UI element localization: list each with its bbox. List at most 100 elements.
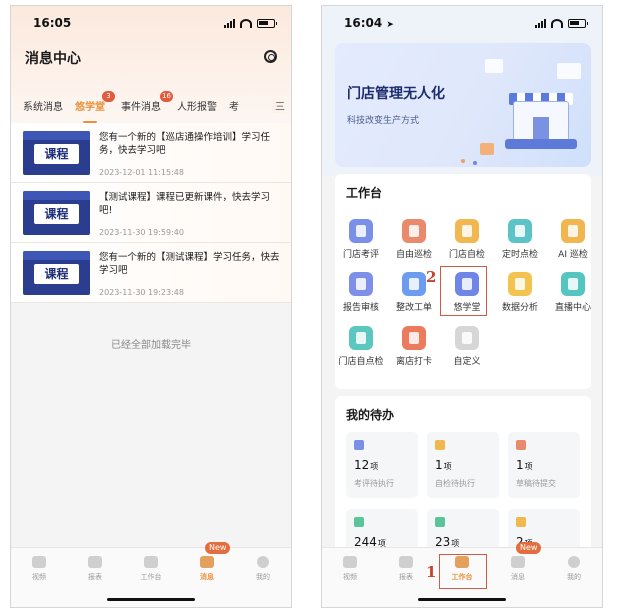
battery-icon <box>257 18 277 28</box>
tab-human-alarm[interactable]: 人形报警 <box>177 98 217 118</box>
annotation-1: 1 <box>426 563 437 581</box>
workbench-item-icon <box>349 219 373 243</box>
more-tabs-icon[interactable]: 三 <box>272 98 285 113</box>
workbench-item-label: 整改工单 <box>395 303 432 313</box>
workbench-item-icon <box>561 219 585 243</box>
highlight-youxuetang <box>440 266 487 316</box>
todo-icon <box>435 440 445 450</box>
decor-box-icon <box>480 143 494 155</box>
workbench-item[interactable]: 直播中心 <box>549 272 597 318</box>
todo-title: 我的待办 <box>346 408 395 422</box>
battery-icon <box>568 18 588 28</box>
message-item[interactable]: 课程 【测试课程】课程已更新课件，快去学习吧! 2023-11-30 19:59… <box>11 183 291 243</box>
message-tabs: 系统消息 悠学堂 3 事件消息 16 人形报警 考 <box>11 91 291 123</box>
message-time: 2023-11-30 19:59:40 <box>99 228 184 237</box>
tabbar-item-mine[interactable]: 我的 <box>235 548 291 607</box>
workbench-item-label: AI 巡检 <box>558 250 588 260</box>
wifi-icon <box>551 18 563 28</box>
home-indicator <box>418 598 506 601</box>
message-item[interactable]: 课程 您有一个新的【巡店通操作培训】学习任务，快去学习吧 2023-12-01 … <box>11 123 291 183</box>
workbench-item-label: 自定义 <box>453 357 481 367</box>
tabbar-item-mine[interactable]: 我的 <box>546 548 602 607</box>
highlight-workbench-tab <box>439 554 487 589</box>
message-time: 2023-11-30 19:23:48 <box>99 288 184 297</box>
new-badge: New <box>205 542 231 554</box>
message-time: 2023-12-01 11:15:48 <box>99 168 184 177</box>
system-icons <box>224 18 277 28</box>
todo-label: 自检待执行 <box>435 479 475 488</box>
todo-count: 1项 <box>516 458 533 472</box>
todo-icon <box>516 440 526 450</box>
workbench-item[interactable]: 自由巡检 <box>390 219 438 265</box>
wifi-icon <box>240 18 252 28</box>
workbench-item-icon <box>561 272 585 296</box>
todo-tile[interactable]: 1项草稿待提交 <box>508 432 580 498</box>
todo-count: 1项 <box>435 458 452 472</box>
workbench-item-icon <box>508 272 532 296</box>
message-text: 【测试课程】课程已更新课件，快去学习吧! <box>99 192 271 216</box>
tab-youxuetang[interactable]: 悠学堂 3 <box>75 91 115 123</box>
unread-badge: 3 <box>102 91 115 102</box>
workbench-item[interactable]: AI 巡检 <box>549 219 597 265</box>
promo-banner[interactable]: 门店管理无人化 科技改变生产方式 <box>335 43 591 167</box>
tabbar-item-video[interactable]: 视频 <box>11 548 67 607</box>
annotation-2: 2 <box>426 268 437 286</box>
workbench-item[interactable]: 离店打卡 <box>390 326 438 372</box>
workbench-item[interactable]: 门店自点检 <box>337 326 385 372</box>
workbench-item[interactable]: 门店考评 <box>337 219 385 265</box>
workbench-item-label: 门店自点检 <box>338 357 384 367</box>
tab-exam[interactable]: 考 <box>229 98 239 118</box>
tab-system-messages[interactable]: 系统消息 <box>23 98 63 118</box>
message-item[interactable]: 课程 您有一个新的【测试课程】学习任务，快去学习吧 2023-11-30 19:… <box>11 243 291 303</box>
decor-dot <box>473 161 477 165</box>
todo-icon <box>354 440 364 450</box>
workbench-item-icon <box>402 326 426 350</box>
banner-title: 门店管理无人化 <box>347 86 445 102</box>
workbench-item-icon <box>349 272 373 296</box>
message-text: 您有一个新的【测试课程】学习任务，快去学习吧 <box>99 252 280 276</box>
workbench-item[interactable]: 自定义 <box>443 326 491 372</box>
workbench-title: 工作台 <box>346 186 383 200</box>
workbench-item-label: 自由巡检 <box>395 250 432 260</box>
message-list: 课程 您有一个新的【巡店通操作培训】学习任务，快去学习吧 2023-12-01 … <box>11 123 291 303</box>
todo-tile[interactable]: 1项自检待执行 <box>427 432 499 498</box>
workbench-item-icon <box>455 326 479 350</box>
workbench-icon <box>144 556 158 568</box>
workbench-item-label: 门店考评 <box>342 250 379 260</box>
workbench-item[interactable]: 数据分析 <box>496 272 544 318</box>
settings-gear-icon[interactable] <box>264 50 277 63</box>
location-arrow-icon: ➤ <box>386 20 394 30</box>
todo-icon <box>516 517 526 527</box>
workbench-item-label: 报告审核 <box>342 303 379 313</box>
new-badge: New <box>516 542 542 554</box>
workbench-item-icon <box>349 326 373 350</box>
status-time: 16:04 ➤ <box>344 16 394 30</box>
workbench-item-label: 离店打卡 <box>395 357 432 367</box>
signal-icon <box>224 18 235 28</box>
todo-label: 草稿待提交 <box>516 479 556 488</box>
todo-tile[interactable]: 12项 考评待执行 <box>346 432 418 498</box>
decor-dot <box>461 159 465 163</box>
workbench-item[interactable]: 报告审核 <box>337 272 385 318</box>
course-thumbnail: 课程 <box>23 191 90 235</box>
video-icon <box>32 556 46 568</box>
workbench-item-icon <box>402 272 426 296</box>
tab-event-messages[interactable]: 事件消息 16 <box>121 91 173 118</box>
message-center-screen: 16:05 消息中心 系统消息 悠学堂 3 事件消息 16 人形报警 考 三 课程 … <box>10 5 292 608</box>
workbench-item-icon <box>508 219 532 243</box>
profile-icon <box>568 556 580 568</box>
workbench-screen: 16:04 ➤ 门店管理无人化 科技改变生产方式 工作台 我的待办 12项 考评待… <box>321 5 603 608</box>
workbench-item[interactable]: 门店自检 <box>443 219 491 265</box>
workbench-item[interactable]: 定时点检 <box>496 219 544 265</box>
workbench-item-label: 数据分析 <box>501 303 538 313</box>
message-icon <box>200 556 214 568</box>
course-thumbnail: 课程 <box>23 131 90 175</box>
course-thumbnail: 课程 <box>23 251 90 295</box>
signal-icon <box>535 18 546 28</box>
profile-icon <box>257 556 269 568</box>
todo-count: 12项 <box>354 458 379 472</box>
tabbar-item-video[interactable]: 视频 <box>322 548 378 607</box>
system-icons <box>535 18 588 28</box>
page-title: 消息中心 <box>25 51 81 67</box>
workbench-item-icon <box>402 219 426 243</box>
